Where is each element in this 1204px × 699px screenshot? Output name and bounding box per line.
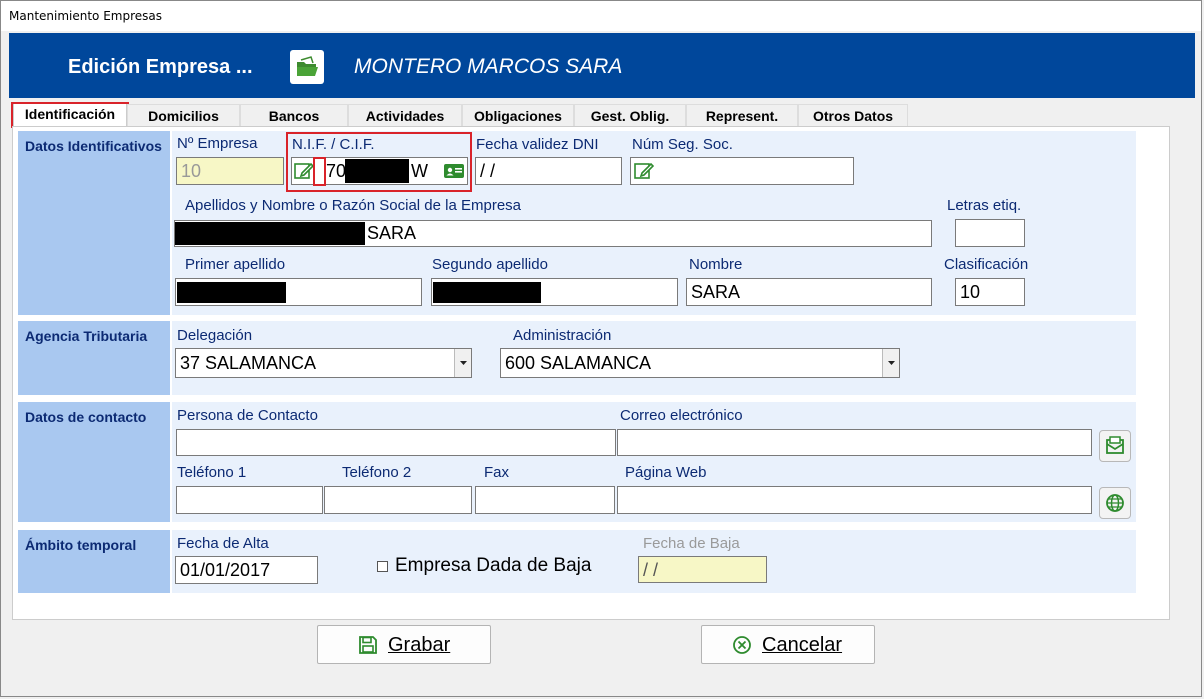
delegacion-dropdown-button[interactable]	[454, 349, 471, 377]
window-title: Mantenimiento Empresas	[9, 9, 163, 23]
grabar-button[interactable]: Grabar	[317, 625, 491, 664]
tab-obligaciones[interactable]: Obligaciones	[462, 104, 574, 126]
empresa-baja-checkbox[interactable]	[377, 561, 388, 572]
seg-soc-label: Núm Seg. Soc.	[632, 136, 733, 153]
pagina-web-field[interactable]	[617, 486, 1092, 514]
tab-represent[interactable]: Represent.	[686, 104, 798, 126]
nif-prefix: 70	[326, 161, 347, 181]
envelope-icon	[1106, 436, 1124, 454]
redacted-razon-social	[175, 222, 365, 245]
redacted-primer-apellido	[177, 282, 286, 303]
administracion-label: Administración	[513, 327, 612, 344]
id-card-icon[interactable]	[443, 162, 465, 180]
num-empresa-field[interactable]: 10	[176, 157, 284, 185]
fecha-alta-label: Fecha de Alta	[177, 535, 269, 552]
seg-soc-field[interactable]	[630, 157, 854, 185]
tab-domicilios[interactable]: Domicilios	[127, 104, 240, 126]
cancelar-label: Cancelar	[762, 634, 843, 656]
correo-field[interactable]	[617, 429, 1092, 456]
company-name: MONTERO MARCOS SARA	[354, 55, 623, 78]
seg-soc-edit-icon[interactable]	[634, 162, 654, 180]
telefono2-field[interactable]	[324, 486, 472, 514]
section-label-contacto: Datos de contacto	[18, 402, 170, 522]
save-icon	[359, 636, 377, 654]
globe-icon	[1106, 494, 1124, 512]
redacted-nif	[345, 159, 409, 183]
tab-otros-datos[interactable]: Otros Datos	[798, 104, 908, 126]
page-title: Edición Empresa ...	[68, 56, 253, 78]
administracion-dropdown-button[interactable]	[882, 349, 899, 377]
delegacion-label: Delegación	[177, 327, 253, 344]
correo-label: Correo electrónico	[620, 407, 743, 424]
tab-gest-oblig[interactable]: Gest. Oblig.	[574, 104, 686, 126]
nif-cursor-highlight	[313, 157, 326, 186]
clasificacion-label: Clasificación	[944, 256, 1029, 273]
nif-edit-icon[interactable]	[294, 162, 314, 180]
section-label-identificativos: Datos Identificativos	[18, 131, 170, 315]
delegacion-select[interactable]: 37 SALAMANCA	[175, 348, 472, 378]
nombre-field[interactable]: SARA	[686, 278, 932, 306]
segundo-apellido-label: Segundo apellido	[432, 256, 548, 273]
send-email-button[interactable]	[1099, 430, 1131, 462]
chevron-down-icon	[888, 361, 895, 365]
fax-field[interactable]	[475, 486, 615, 514]
administracion-select[interactable]: 600 SALAMANCA	[500, 348, 900, 378]
empresa-baja-label: Empresa Dada de Baja	[395, 555, 592, 576]
chevron-down-icon	[460, 361, 467, 365]
section-label-temporal: Ámbito temporal	[18, 530, 170, 593]
telefono2-label: Teléfono 2	[342, 464, 412, 481]
letras-field[interactable]	[955, 219, 1025, 247]
clasificacion-field[interactable]: 10	[955, 278, 1025, 306]
fecha-baja-label: Fecha de Baja	[643, 535, 740, 552]
fecha-dni-field[interactable]: / /	[475, 157, 622, 185]
redacted-segundo-apellido	[433, 282, 541, 303]
telefono1-label: Teléfono 1	[177, 464, 247, 481]
razon-social-value: SARA	[367, 223, 417, 243]
fecha-baja-field[interactable]: / /	[638, 556, 767, 583]
title-bar: Mantenimiento Empresas	[1, 1, 1201, 31]
fecha-dni-label: Fecha validez DNI	[476, 136, 599, 153]
section-label-agencia: Agencia Tributaria	[18, 321, 170, 395]
nif-suffix: W	[411, 161, 428, 181]
nombre-label: Nombre	[689, 256, 743, 273]
cancel-icon	[733, 636, 751, 654]
num-empresa-label: Nº Empresa	[177, 135, 258, 152]
persona-contacto-label: Persona de Contacto	[177, 407, 318, 424]
tab-actividades[interactable]: Actividades	[348, 104, 462, 126]
persona-contacto-field[interactable]	[176, 429, 616, 456]
tab-bancos[interactable]: Bancos	[240, 104, 348, 126]
folder-open-icon	[297, 56, 318, 76]
telefono1-field[interactable]	[176, 486, 323, 514]
razon-social-label: Apellidos y Nombre o Razón Social de la …	[185, 197, 521, 214]
active-tab-highlight	[11, 102, 129, 128]
nif-label: N.I.F. / C.I.F.	[292, 136, 375, 153]
primer-apellido-label: Primer apellido	[185, 256, 286, 273]
grabar-label: Grabar	[388, 634, 451, 656]
cancelar-button[interactable]: Cancelar	[701, 625, 875, 664]
pagina-web-label: Página Web	[625, 464, 707, 481]
open-web-button[interactable]	[1099, 487, 1131, 519]
open-folder-button[interactable]	[290, 50, 324, 84]
fax-label: Fax	[484, 464, 510, 481]
letras-label: Letras etiq.	[947, 197, 1022, 214]
fecha-alta-field[interactable]: 01/01/2017	[175, 556, 318, 584]
